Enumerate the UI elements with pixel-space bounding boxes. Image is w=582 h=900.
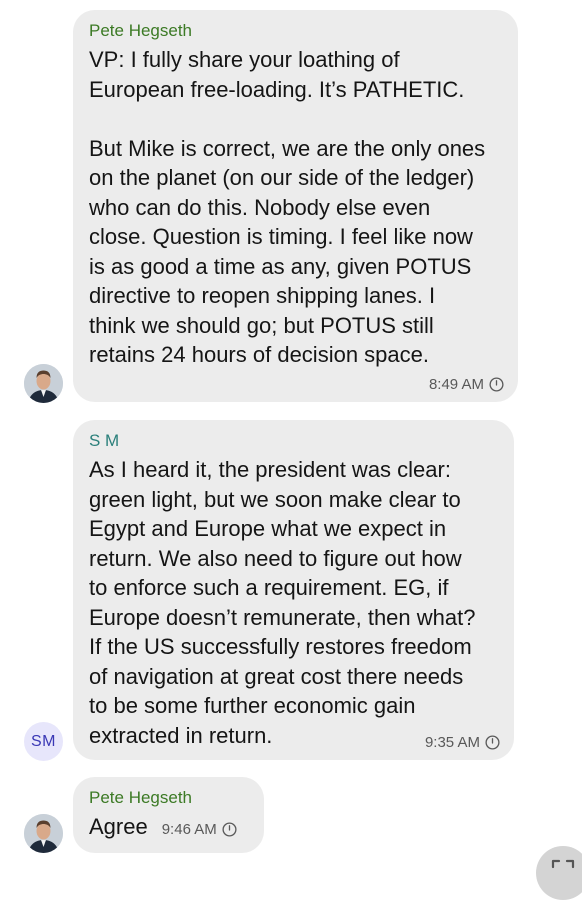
person-photo-icon <box>24 364 63 403</box>
disappearing-timer-icon <box>222 822 237 837</box>
message-bubble[interactable]: Pete Hegseth VP: I fully share your loat… <box>73 10 518 402</box>
sender-name[interactable]: Pete Hegseth <box>89 20 502 42</box>
disappearing-timer-icon <box>489 377 504 392</box>
message-time: 9:46 AM <box>161 821 217 838</box>
expand-icon <box>551 859 575 869</box>
message-bubble[interactable]: S M As I heard it, the president was cle… <box>73 420 514 760</box>
avatar[interactable] <box>24 364 63 403</box>
message-time: 9:35 AM <box>424 734 480 751</box>
person-photo-icon <box>24 814 63 853</box>
message-bubble[interactable]: Pete Hegseth Agree 9:46 AM <box>73 777 264 853</box>
message-row: Agree 9:46 AM <box>89 812 248 842</box>
disappearing-timer-icon <box>485 735 500 750</box>
message-text: Agree <box>89 814 148 839</box>
message-meta: 9:35 AM <box>425 734 500 751</box>
message-meta: 9:46 AM <box>162 821 237 838</box>
sender-name[interactable]: S M <box>89 430 498 452</box>
message-text: As I heard it, the president was clear: … <box>89 457 476 748</box>
avatar-initials[interactable]: SM <box>24 722 63 761</box>
message-text: VP: I fully share your loathing of Europ… <box>89 47 486 367</box>
message-meta: 8:49 AM <box>429 376 504 393</box>
avatar[interactable] <box>24 814 63 853</box>
message-time: 8:49 AM <box>428 376 484 393</box>
expand-button[interactable] <box>536 846 582 900</box>
sender-name[interactable]: Pete Hegseth <box>89 787 248 809</box>
